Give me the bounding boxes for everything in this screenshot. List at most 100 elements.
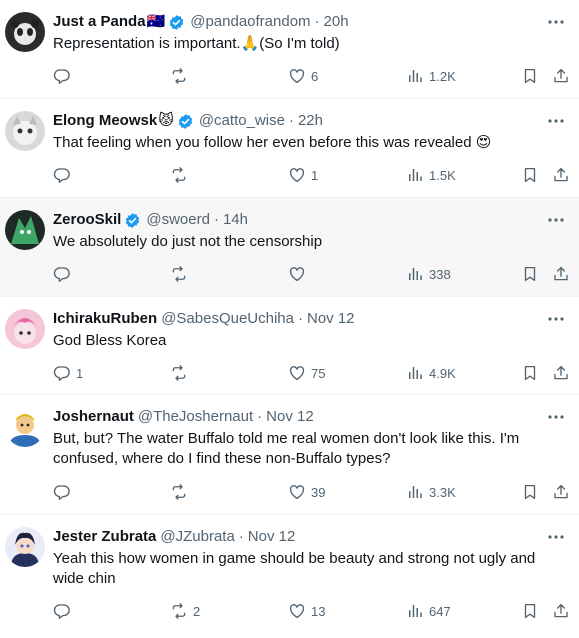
more-icon[interactable] [547,115,565,127]
reply-button[interactable] [53,599,76,623]
user-handle[interactable]: @JZubrata [160,527,234,547]
tweet[interactable]: Elong Meowsk 😾 @catto_wise · 22h That fe… [0,99,579,198]
like-count: 39 [311,484,326,500]
views-icon [406,483,424,501]
views-button[interactable]: 1.2K [406,64,456,88]
like-count: 75 [311,365,326,381]
more-icon[interactable] [547,531,565,543]
timestamp[interactable]: 20h [324,12,349,32]
like-button[interactable]: 39 [288,480,325,504]
more-icon[interactable] [547,313,565,325]
user-handle[interactable]: @TheJoshernaut [138,407,253,427]
bookmark-icon [521,265,539,283]
avatar[interactable] [5,407,45,447]
retweet-button[interactable] [170,480,193,504]
retweet-button[interactable] [170,163,193,187]
share-button[interactable] [552,163,570,187]
action-bar: 338 [53,262,579,286]
heart-icon [288,602,306,620]
tweet-header: Just a Panda 🇦🇺 @pandaofrandom · 20h [53,12,539,32]
like-button[interactable]: 75 [288,361,325,385]
heart-icon [288,364,306,382]
like-count: 1 [311,167,319,183]
tweet[interactable]: IchirakuRuben @SabesQueUchiha · Nov 12 G… [0,297,579,395]
share-button[interactable] [552,64,570,88]
bookmark-button[interactable] [521,163,539,187]
bookmark-button[interactable] [521,64,539,88]
share-button[interactable] [552,599,570,623]
timestamp[interactable]: Nov 12 [307,309,355,329]
tweet[interactable]: Just a Panda 🇦🇺 @pandaofrandom · 20h Rep… [0,0,579,99]
timestamp[interactable]: 22h [298,111,323,131]
share-button[interactable] [552,480,570,504]
avatar[interactable] [5,309,45,349]
bookmark-button[interactable] [521,599,539,623]
avatar[interactable] [5,12,45,52]
timestamp[interactable]: Nov 12 [266,407,314,427]
timestamp[interactable]: 14h [223,210,248,230]
retweet-button[interactable] [170,262,193,286]
more-icon[interactable] [547,411,565,423]
bookmark-button[interactable] [521,262,539,286]
action-bar: 1 75 4.9K [53,361,579,385]
display-name[interactable]: Elong Meowsk [53,111,157,131]
reply-button[interactable] [53,262,76,286]
separator-dot: · [257,408,263,425]
share-icon [552,602,570,620]
share-icon [552,265,570,283]
timestamp[interactable]: Nov 12 [248,527,296,547]
like-button[interactable]: 6 [288,64,318,88]
reply-button[interactable] [53,163,76,187]
bookmark-button[interactable] [521,480,539,504]
reply-icon [53,166,71,184]
reply-icon [53,265,71,283]
share-button[interactable] [552,361,570,385]
flag-emoji: 🇦🇺 [146,13,166,30]
like-button[interactable]: 1 [288,163,318,187]
views-icon [406,166,424,184]
display-name[interactable]: Jester Zubrata [53,527,156,547]
tweet-text: Representation is important.🙏(So I'm tol… [53,35,340,52]
bookmark-button[interactable] [521,361,539,385]
display-name[interactable]: ZerooSkil [53,210,121,230]
reply-icon [53,67,71,85]
avatar[interactable] [5,111,45,151]
views-button[interactable]: 4.9K [406,361,456,385]
user-handle[interactable]: @catto_wise [199,111,285,131]
display-name[interactable]: Joshernaut [53,407,134,427]
reply-icon [53,602,71,620]
reply-button[interactable]: 1 [53,361,83,385]
views-button[interactable]: 338 [406,262,451,286]
more-icon[interactable] [547,214,565,226]
user-handle[interactable]: @swoerd [146,210,210,230]
tweet[interactable]: Joshernaut @TheJoshernaut · Nov 12 But, … [0,395,579,515]
more-icon[interactable] [547,16,565,28]
display-name[interactable]: Just a Panda [53,12,146,32]
retweet-icon [170,364,188,382]
retweet-button[interactable] [170,361,193,385]
display-name[interactable]: IchirakuRuben [53,309,157,329]
reply-button[interactable] [53,64,76,88]
views-icon [406,602,424,620]
retweet-button[interactable]: 2 [170,599,200,623]
like-button[interactable]: 13 [288,599,325,623]
avatar[interactable] [5,210,45,250]
user-handle[interactable]: @SabesQueUchiha [161,309,294,329]
heart-icon [288,166,306,184]
views-icon [406,265,424,283]
views-button[interactable]: 1.5K [406,163,456,187]
views-button[interactable]: 647 [406,599,451,623]
view-count: 338 [429,266,451,282]
reply-button[interactable] [53,480,76,504]
user-handle[interactable]: @pandaofrandom [190,12,310,32]
view-count: 647 [429,603,451,619]
tweet[interactable]: ZerooSkil @swoerd · 14h We absolutely do… [0,198,579,297]
views-button[interactable]: 3.3K [406,480,456,504]
retweet-count: 2 [193,603,201,619]
avatar[interactable] [5,527,45,567]
reply-icon [53,483,71,501]
like-button[interactable] [288,262,311,286]
tweet[interactable]: Jester Zubrata @JZubrata · Nov 12 Yeah t… [0,515,579,638]
share-button[interactable] [552,262,570,286]
retweet-button[interactable] [170,64,193,88]
